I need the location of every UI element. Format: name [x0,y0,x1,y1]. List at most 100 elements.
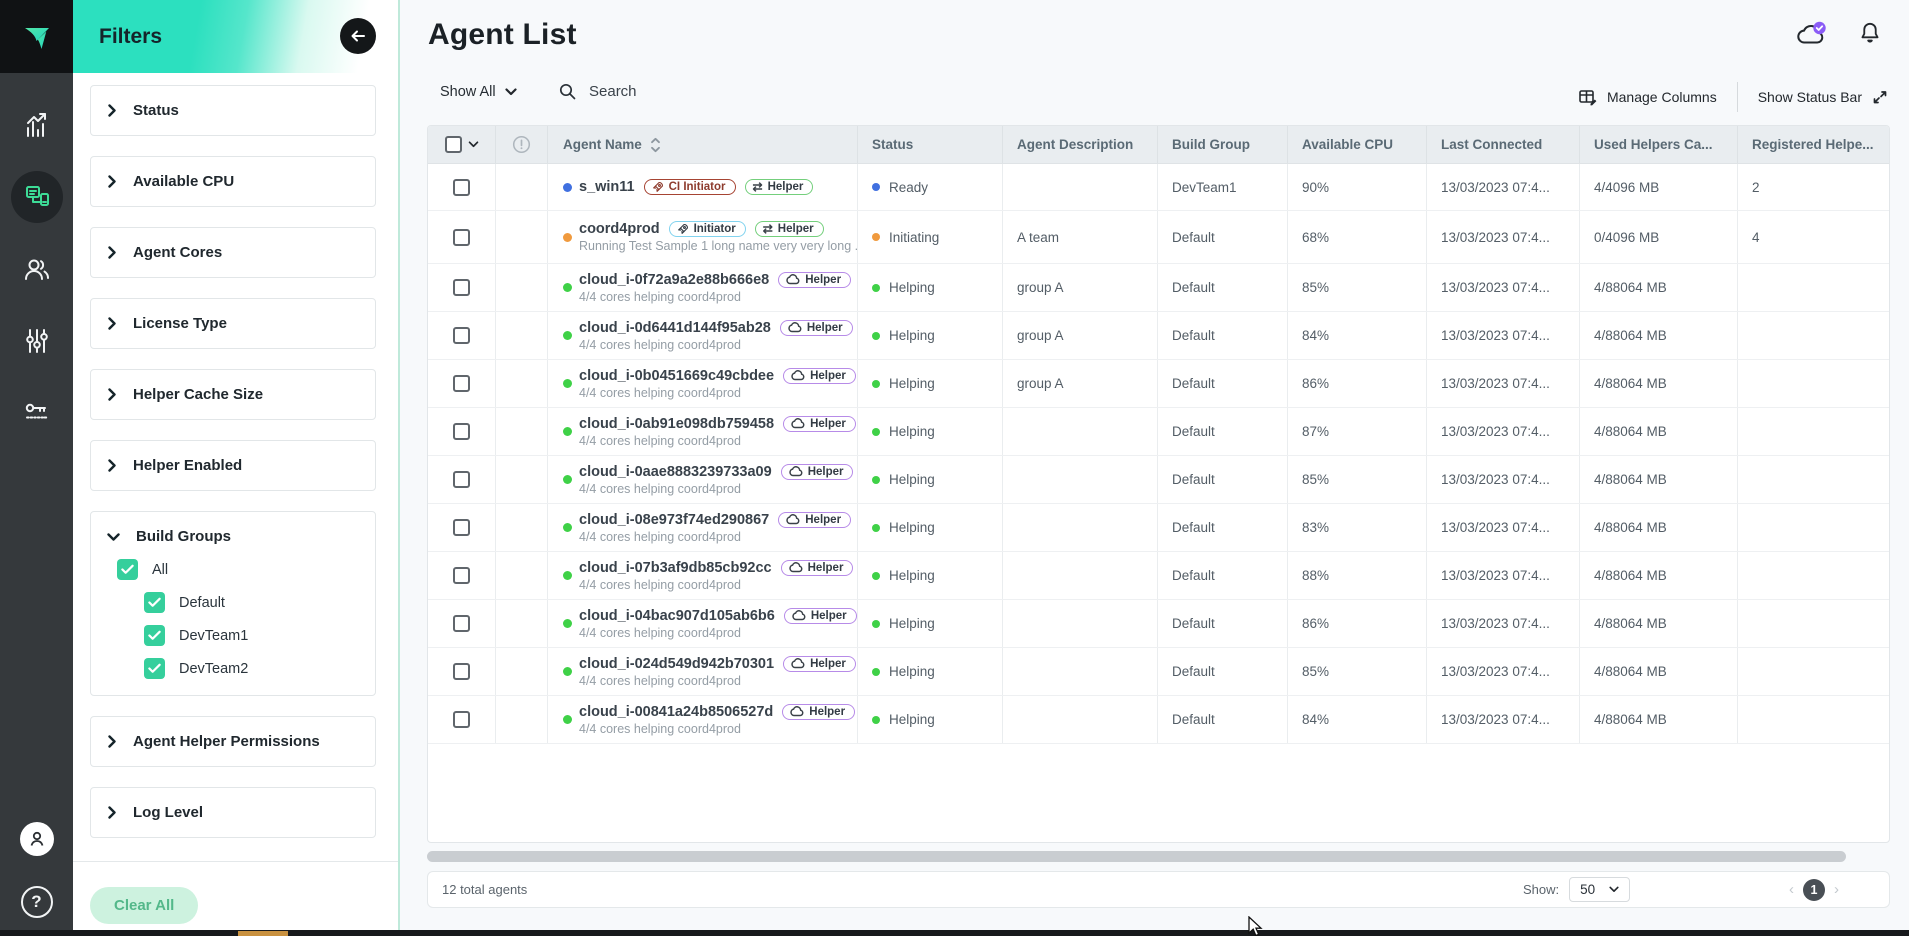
agent-name-cell: s_win11 CI Initiator⇄Helper [548,164,858,210]
row-checkbox[interactable] [453,279,470,296]
column-header-available-cpu[interactable]: Available CPU [1288,126,1427,163]
agent-name-cell: cloud_i-024d549d942b70301 Helper 4/4 cor… [548,648,858,695]
row-checkbox[interactable] [453,179,470,196]
badge-helper: Helper [783,368,856,384]
help-button[interactable]: ? [21,886,53,918]
nav-users[interactable] [11,243,63,295]
previous-page-button[interactable]: ‹ [1789,882,1794,897]
sliders-icon [22,326,52,356]
available-cpu-cell: 84% [1288,696,1427,743]
pagination: ‹ 1 › [1789,879,1839,901]
row-checkbox[interactable] [453,327,470,344]
checkbox-checked-icon[interactable] [144,658,165,679]
show-status-bar-button[interactable]: Show Status Bar [1758,88,1889,106]
agent-name: cloud_i-024d549d942b70301 [579,656,774,672]
badge-helper: Helper [784,608,857,624]
table-body: s_win11 CI Initiator⇄Helper Ready DevTea… [428,164,1889,744]
column-header-status[interactable]: Status [858,126,1003,163]
nav-analytics[interactable] [11,99,63,151]
bell-icon [1857,20,1883,47]
nav-settings[interactable] [11,315,63,367]
scrollbar-thumb[interactable] [427,851,1846,862]
table-row[interactable]: cloud_i-0f72a9a2e88b666e8 Helper 4/4 cor… [428,264,1889,312]
column-header-description[interactable]: Agent Description [1003,126,1158,163]
cloud-icon [786,514,800,525]
row-checkbox[interactable] [453,615,470,632]
filter-section-build-groups[interactable]: Build GroupsAllDefaultDevTeam1DevTeam2 [90,511,376,696]
row-alert-cell [496,360,548,407]
horizontal-scrollbar[interactable] [427,851,1890,863]
table-row[interactable]: cloud_i-0d6441d144f95ab28 Helper 4/4 cor… [428,312,1889,360]
row-checkbox[interactable] [453,663,470,680]
checkbox-checked-icon[interactable] [117,559,138,580]
table-row[interactable]: s_win11 CI Initiator⇄Helper Ready DevTea… [428,164,1889,211]
column-header-registered-helpers[interactable]: Registered Helpe... [1738,126,1890,163]
filters-header: Filters [73,0,398,73]
filter-option-devteam2[interactable]: DevTeam2 [144,658,359,679]
last-connected-cell: 13/03/2023 07:4... [1427,408,1580,455]
used-helpers-cell: 4/88064 MB [1580,504,1738,551]
select-menu-chevron-icon[interactable] [468,141,479,148]
agents-table: Agent Name Status Agent Description Buil… [427,125,1890,843]
available-cpu-cell: 68% [1288,211,1427,263]
row-checkbox[interactable] [453,567,470,584]
row-checkbox[interactable] [453,375,470,392]
filter-section-helper-cache-size[interactable]: Helper Cache Size [90,369,376,420]
collapse-filters-button[interactable] [340,18,376,54]
page-size-select[interactable]: 50 [1569,877,1630,902]
table-row[interactable]: cloud_i-04bac907d105ab6b6 Helper 4/4 cor… [428,600,1889,648]
filter-section-agent-cores[interactable]: Agent Cores [90,227,376,278]
column-header-used-helpers[interactable]: Used Helpers Ca... [1580,126,1738,163]
status-dot [872,668,880,676]
column-header-build-group[interactable]: Build Group [1158,126,1288,163]
clear-all-button[interactable]: Clear All [90,887,198,924]
agent-name: cloud_i-0d6441d144f95ab28 [579,320,771,336]
row-checkbox[interactable] [453,229,470,246]
filter-section-log-level[interactable]: Log Level [90,787,376,838]
filter-option-devteam1[interactable]: DevTeam1 [144,625,359,646]
notifications-button[interactable] [1857,20,1883,47]
filter-section-status[interactable]: Status [90,85,376,136]
last-connected-cell: 13/03/2023 07:4... [1427,312,1580,359]
nav-license-keys[interactable] [11,387,63,439]
description-cell [1003,696,1158,743]
checkbox-checked-icon[interactable] [144,625,165,646]
filter-option-label: DevTeam1 [179,628,248,644]
column-header-agent-name[interactable]: Agent Name [548,126,858,163]
filter-section-agent-helper-permissions[interactable]: Agent Helper Permissions [90,716,376,767]
manage-columns-button[interactable]: Manage Columns [1578,88,1717,107]
sort-icon[interactable] [650,137,661,153]
search-input[interactable] [589,83,849,100]
next-page-button[interactable]: › [1834,882,1839,897]
agent-name: cloud_i-08e973f74ed290867 [579,512,769,528]
table-row[interactable]: cloud_i-08e973f74ed290867 Helper 4/4 cor… [428,504,1889,552]
filter-section-license-type[interactable]: License Type [90,298,376,349]
checkbox-checked-icon[interactable] [144,592,165,613]
filter-option-default[interactable]: Default [144,592,359,613]
filter-section-helper-enabled[interactable]: Helper Enabled [90,440,376,491]
table-row[interactable]: cloud_i-0ab91e098db759458 Helper 4/4 cor… [428,408,1889,456]
table-row[interactable]: cloud_i-024d549d942b70301 Helper 4/4 cor… [428,648,1889,696]
description-cell: group A [1003,360,1158,407]
cloud-icon [789,562,803,573]
nav-agents[interactable] [11,171,63,223]
row-checkbox[interactable] [453,711,470,728]
filter-section-available-cpu[interactable]: Available CPU [90,156,376,207]
table-row[interactable]: coord4prod Initiator⇄Helper Running Test… [428,211,1889,264]
cloud-status-button[interactable] [1795,21,1829,47]
row-checkbox[interactable] [453,471,470,488]
user-avatar[interactable] [20,822,54,856]
select-all-checkbox[interactable] [445,136,462,153]
table-row[interactable]: cloud_i-07b3af9db85cb92cc Helper 4/4 cor… [428,552,1889,600]
table-row[interactable]: cloud_i-00841a24b8506527d Helper 4/4 cor… [428,696,1889,744]
column-header-last-connected[interactable]: Last Connected [1427,126,1580,163]
filter-option-all[interactable]: All [117,559,359,580]
row-checkbox[interactable] [453,423,470,440]
row-checkbox[interactable] [453,519,470,536]
app-logo[interactable] [0,0,73,73]
brand-logo-icon [17,17,57,57]
description-cell [1003,648,1158,695]
table-row[interactable]: cloud_i-0b0451669c49cbdee Helper 4/4 cor… [428,360,1889,408]
show-all-dropdown[interactable]: Show All [440,84,517,100]
table-row[interactable]: cloud_i-0aae8883239733a09 Helper 4/4 cor… [428,456,1889,504]
